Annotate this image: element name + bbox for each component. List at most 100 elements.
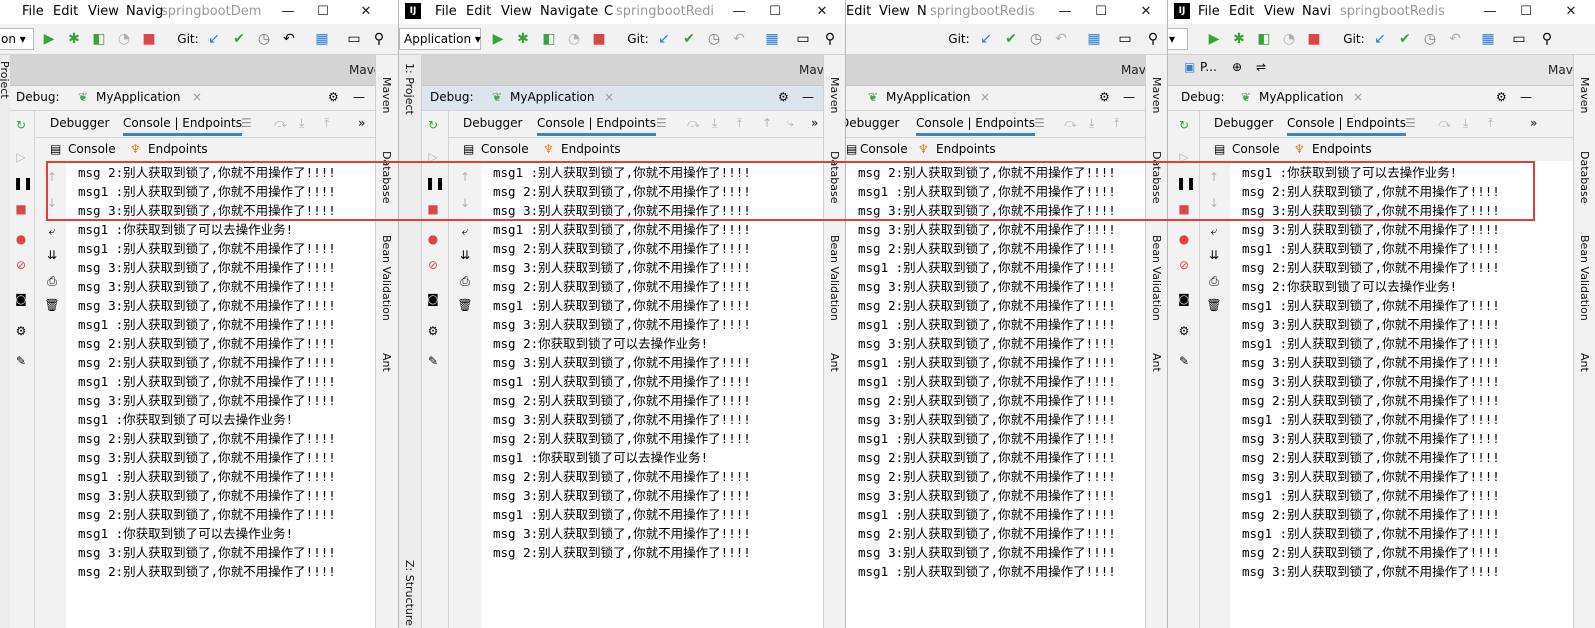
trash-icon[interactable]: 🗑 bbox=[44, 297, 60, 313]
tool-maven[interactable]: Maven bbox=[1150, 77, 1163, 113]
minimize-window-button[interactable]: — bbox=[1054, 2, 1076, 22]
stop-icon[interactable]: ■ bbox=[140, 30, 158, 48]
rerun-icon[interactable]: ↻ bbox=[13, 117, 29, 133]
menu-view[interactable]: View bbox=[879, 4, 910, 20]
tab-console-endpoints[interactable]: Console | Endpoints bbox=[537, 116, 656, 136]
profile-icon[interactable]: ◔ bbox=[1280, 30, 1298, 48]
rerun-icon[interactable]: ↻ bbox=[1176, 117, 1192, 133]
stop-icon[interactable]: ■ bbox=[590, 30, 608, 48]
tab-console[interactable]: Console bbox=[1232, 142, 1280, 156]
step-over-icon[interactable]: ⤼ bbox=[274, 116, 287, 131]
git-update-icon[interactable]: ↙ bbox=[977, 30, 995, 48]
tool-bean-validation[interactable]: Bean Validation bbox=[1150, 235, 1163, 321]
menu-code[interactable]: C bbox=[604, 4, 613, 20]
tool-bean-validation[interactable]: Bean Validation bbox=[1578, 235, 1591, 321]
menu-icon[interactable]: ☰ bbox=[1034, 116, 1045, 130]
search-icon[interactable]: ⚲ bbox=[821, 30, 839, 48]
run-tab[interactable]: MyApplication bbox=[1259, 90, 1344, 104]
git-commit-icon[interactable]: ✔ bbox=[230, 30, 248, 48]
coverage-icon[interactable]: ◧ bbox=[90, 30, 108, 48]
resume-icon[interactable]: ▷ bbox=[13, 149, 29, 165]
view-breakpoints-icon[interactable]: ● bbox=[1176, 231, 1192, 247]
step-into-icon[interactable]: ⤓ bbox=[1463, 116, 1468, 131]
tool-maven[interactable]: Maven bbox=[380, 77, 393, 113]
minimize-icon[interactable]: — bbox=[1123, 90, 1135, 104]
menu-navigate[interactable]: Navi bbox=[1302, 4, 1331, 20]
tab-console-endpoints[interactable]: Console | Endpoints bbox=[916, 116, 1035, 136]
run-config-select[interactable]: Application ▾ bbox=[399, 28, 481, 50]
scroll-end-icon[interactable]: ⇊ bbox=[44, 247, 60, 263]
menu-view[interactable]: View bbox=[501, 4, 532, 20]
maximize-window-button[interactable]: ☐ bbox=[1090, 2, 1112, 22]
scroll-end-icon[interactable]: ⇊ bbox=[457, 247, 473, 263]
history-icon[interactable]: ◷ bbox=[1421, 30, 1439, 48]
tool-project[interactable]: 1: Project bbox=[403, 63, 416, 115]
close-tab-icon[interactable]: × bbox=[980, 90, 990, 104]
tab-console-endpoints[interactable]: Console | Endpoints bbox=[1287, 116, 1406, 136]
git-update-icon[interactable]: ↙ bbox=[205, 30, 223, 48]
more-icon[interactable]: » bbox=[1530, 116, 1537, 130]
tab-endpoints[interactable]: Endpoints bbox=[1312, 142, 1372, 156]
git-commit-icon[interactable]: ✔ bbox=[1002, 30, 1020, 48]
search-icon[interactable]: ⚲ bbox=[1144, 30, 1162, 48]
soft-wrap-icon[interactable]: ⤶ bbox=[44, 223, 60, 239]
project-structure-icon[interactable]: ▦ bbox=[1479, 30, 1497, 48]
run-icon[interactable]: ▶ bbox=[489, 30, 507, 48]
console-output[interactable]: msg 2:别人获取到锁了,你就不用操作了!!!! msg1 :别人获取到锁了,你… bbox=[66, 161, 376, 628]
menu-edit[interactable]: Edit bbox=[466, 4, 491, 20]
menu-file[interactable]: File bbox=[435, 4, 457, 20]
close-tab-icon[interactable]: × bbox=[192, 90, 202, 104]
rollback-icon[interactable]: ↶ bbox=[280, 30, 298, 48]
close-window-button[interactable]: ✕ bbox=[1560, 2, 1582, 22]
menu-file[interactable]: File bbox=[1198, 4, 1220, 20]
print-icon[interactable]: ⎙ bbox=[457, 273, 473, 289]
pin-icon[interactable]: ✎ bbox=[1176, 353, 1192, 369]
tab-endpoints[interactable]: Endpoints bbox=[148, 142, 208, 156]
trash-icon[interactable]: 🗑 bbox=[1206, 297, 1222, 313]
step-into-icon[interactable]: ⤓ bbox=[299, 116, 304, 131]
rollback-icon[interactable]: ↶ bbox=[1446, 30, 1464, 48]
menu-file[interactable]: File bbox=[22, 4, 44, 20]
close-tab-icon[interactable]: × bbox=[1353, 90, 1363, 104]
tab-console[interactable]: Console bbox=[481, 142, 529, 156]
project-tab[interactable]: P... bbox=[1200, 60, 1217, 74]
profile-icon[interactable]: ◔ bbox=[115, 30, 133, 48]
tool-bean-validation[interactable]: Bean Validation bbox=[828, 235, 841, 321]
print-icon[interactable]: ⎙ bbox=[1206, 273, 1222, 289]
close-tab-icon[interactable]: × bbox=[604, 90, 614, 104]
coverage-icon[interactable]: ◧ bbox=[1255, 30, 1273, 48]
menu-edit[interactable]: Edit bbox=[1229, 4, 1254, 20]
camera-icon[interactable]: ◙ bbox=[1176, 291, 1192, 307]
run-tab[interactable]: MyApplication bbox=[886, 90, 971, 104]
tab-debugger[interactable]: Debugger bbox=[1214, 116, 1273, 130]
tool-maven[interactable]: Maven bbox=[1578, 77, 1591, 113]
camera-icon[interactable]: ◙ bbox=[425, 291, 441, 307]
step-into-icon[interactable]: ⤓ bbox=[712, 116, 717, 131]
soft-wrap-icon[interactable]: ⤶ bbox=[1206, 223, 1222, 239]
tool-ant[interactable]: Ant bbox=[380, 353, 393, 372]
menu-icon[interactable]: ☰ bbox=[241, 116, 252, 130]
tool-database[interactable]: Database bbox=[1578, 151, 1591, 204]
rollback-icon[interactable]: ↶ bbox=[730, 30, 748, 48]
frame-icon[interactable]: ▭ bbox=[1116, 30, 1134, 48]
minimize-window-button[interactable]: — bbox=[277, 2, 299, 22]
history-icon[interactable]: ◷ bbox=[705, 30, 723, 48]
gear-icon[interactable]: ⚙ bbox=[1496, 90, 1507, 104]
step-up-icon[interactable]: ↑ bbox=[762, 116, 772, 130]
search-icon[interactable]: ⚲ bbox=[1538, 30, 1556, 48]
git-commit-icon[interactable]: ✔ bbox=[680, 30, 698, 48]
view-breakpoints-icon[interactable]: ● bbox=[425, 231, 441, 247]
minimize-icon[interactable]: — bbox=[802, 90, 814, 104]
project-structure-icon[interactable]: ▦ bbox=[1085, 30, 1103, 48]
close-window-button[interactable]: ✕ bbox=[811, 2, 833, 22]
menu-icon[interactable]: ☰ bbox=[1405, 116, 1416, 130]
run-icon[interactable]: ▶ bbox=[40, 30, 58, 48]
run-to-cursor-icon[interactable]: ⤷ bbox=[787, 116, 794, 131]
profile-icon[interactable]: ◔ bbox=[565, 30, 583, 48]
debug-icon[interactable]: ✱ bbox=[65, 30, 83, 48]
mute-breakpoints-icon[interactable]: ⊘ bbox=[1176, 257, 1192, 273]
console-output[interactable]: msg 2:别人获取到锁了,你就不用操作了!!!! msg1 :别人获取到锁了,你… bbox=[846, 161, 1146, 628]
menu-view[interactable]: View bbox=[88, 4, 119, 20]
tab-console[interactable]: Console bbox=[68, 142, 116, 156]
console-output[interactable]: msg1 :别人获取到锁了,你就不用操作了!!!! msg 2:别人获取到锁了,你… bbox=[481, 161, 824, 628]
